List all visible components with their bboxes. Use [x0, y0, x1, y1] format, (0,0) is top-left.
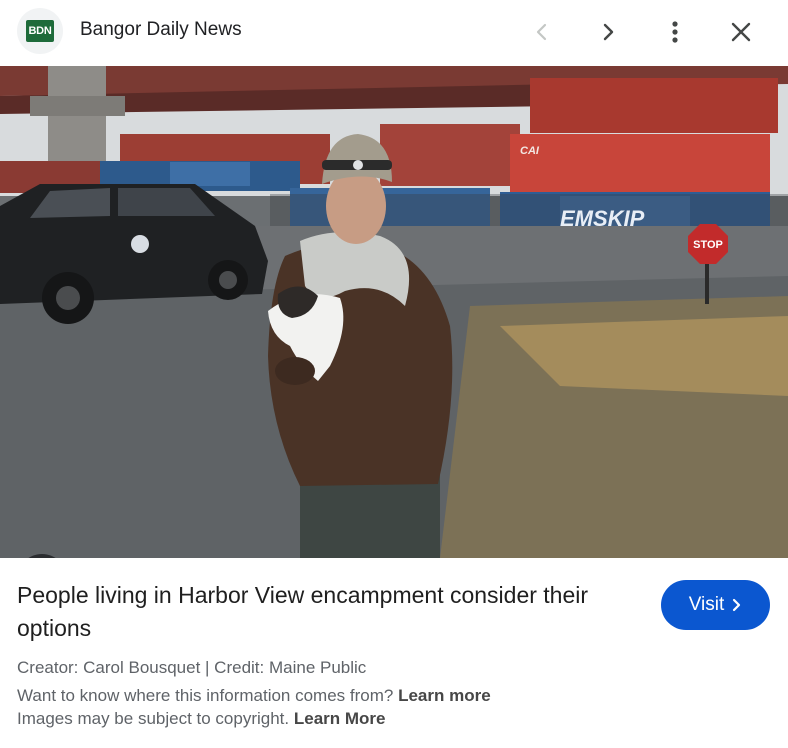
visit-button[interactable]: Visit	[661, 580, 770, 630]
chevron-right-icon	[733, 598, 741, 612]
copyright-text: Images may be subject to copyright.	[17, 709, 290, 728]
chevron-right-icon	[603, 23, 614, 41]
learn-more-link[interactable]: Learn more	[398, 686, 491, 705]
image-title[interactable]: People living in Harbor View encampment …	[17, 579, 617, 645]
main-image[interactable]: STOP EMSKIP CAI	[0, 66, 788, 558]
close-icon	[731, 22, 751, 42]
close-button[interactable]	[723, 14, 759, 50]
bdn-logo: BDN	[26, 20, 54, 42]
copyright-learn-more-link[interactable]: Learn More	[294, 709, 386, 728]
photo-scene: STOP EMSKIP CAI	[0, 66, 788, 558]
visit-label: Visit	[688, 594, 725, 615]
more-vert-icon	[672, 21, 678, 43]
chevron-left-icon	[536, 23, 547, 41]
info-line: Want to know where this information come…	[17, 686, 491, 706]
source-favicon: BDN	[17, 8, 63, 54]
stop-sign-text: STOP	[693, 239, 723, 251]
container-code-text: CAI	[520, 145, 540, 157]
info-text: Want to know where this information come…	[17, 686, 394, 705]
source-name[interactable]: Bangor Daily News	[80, 19, 242, 41]
credit-line: Creator: Carol Bousquet | Credit: Maine …	[17, 658, 367, 677]
next-button[interactable]	[590, 14, 626, 50]
previous-button[interactable]	[524, 14, 560, 50]
more-options-button[interactable]	[657, 14, 693, 50]
copyright-line: Images may be subject to copyright. Lear…	[17, 709, 386, 729]
container-brand-text: EMSKIP	[560, 206, 645, 231]
viewer-header: BDN Bangor Daily News	[0, 0, 788, 66]
